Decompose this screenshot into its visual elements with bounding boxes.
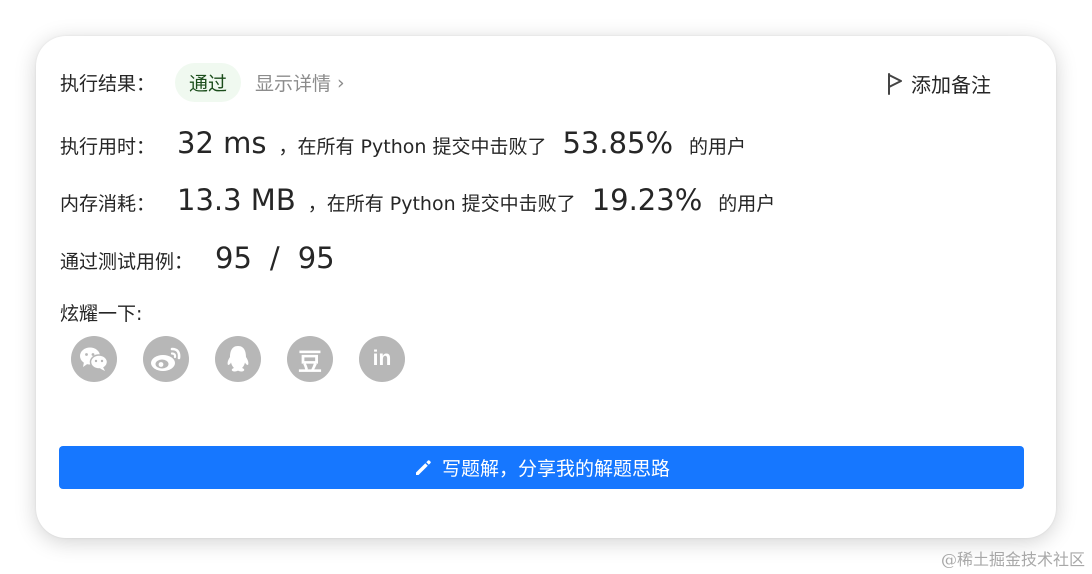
result-label: 执行结果： bbox=[60, 73, 156, 95]
linkedin-glyph: in bbox=[372, 347, 392, 370]
watermark: @稀土掘金技术社区 bbox=[940, 550, 1085, 569]
douban-glyph: 豆 bbox=[298, 347, 322, 376]
weibo-icon[interactable] bbox=[143, 336, 189, 382]
wechat-icon[interactable] bbox=[71, 336, 117, 382]
testcases-label: 通过测试用例： bbox=[60, 251, 194, 273]
share-icons: 豆 in bbox=[71, 336, 431, 382]
submission-result-card: 执行结果： 通过 显示详情 › 添加备注 执行用时： 32 ms ，在所有 Py… bbox=[36, 36, 1056, 538]
share-row: 炫耀一下: bbox=[60, 299, 142, 326]
write-solution-label: 写题解，分享我的解题思路 bbox=[441, 458, 670, 480]
testcases-total: 95 bbox=[297, 241, 335, 275]
memory-value: 13.3 MB bbox=[177, 183, 296, 217]
memory-row: 内存消耗： 13.3 MB ，在所有 Python 提交中击败了 19.23% … bbox=[60, 183, 775, 217]
add-note-button[interactable]: 添加备注 bbox=[887, 69, 991, 98]
runtime-value: 32 ms bbox=[177, 126, 267, 160]
testcases-passed: 95 bbox=[215, 241, 252, 275]
douban-icon[interactable]: 豆 bbox=[287, 336, 333, 382]
flag-icon bbox=[888, 72, 902, 95]
memory-beat-text: ，在所有 Python 提交中击败了 bbox=[307, 193, 576, 215]
testcases-separator: / bbox=[269, 241, 280, 275]
pencil-icon bbox=[415, 459, 431, 475]
testcases-row: 通过测试用例： 95 / 95 bbox=[60, 241, 335, 275]
result-row: 执行结果： 通过 显示详情 › bbox=[60, 63, 345, 102]
screenshot-stage: 执行结果： 通过 显示详情 › 添加备注 执行用时： 32 ms ，在所有 Py… bbox=[0, 0, 1092, 574]
qq-icon[interactable] bbox=[215, 336, 261, 382]
memory-suffix: 的用户 bbox=[718, 193, 776, 215]
memory-percent: 19.23% bbox=[591, 183, 703, 217]
show-details-link[interactable]: 显示详情 bbox=[255, 69, 331, 96]
linkedin-icon[interactable]: in bbox=[359, 336, 405, 382]
runtime-beat-text: ，在所有 Python 提交中击败了 bbox=[278, 136, 547, 158]
runtime-label: 执行用时： bbox=[60, 136, 156, 158]
status-badge: 通过 bbox=[175, 63, 242, 102]
write-solution-button[interactable]: 写题解，分享我的解题思路 bbox=[59, 446, 1024, 489]
add-note-label: 添加备注 bbox=[911, 73, 991, 97]
runtime-suffix: 的用户 bbox=[689, 136, 747, 158]
runtime-percent: 53.85% bbox=[562, 126, 674, 160]
share-label: 炫耀一下: bbox=[60, 303, 143, 325]
memory-label: 内存消耗： bbox=[60, 193, 156, 215]
runtime-row: 执行用时： 32 ms ，在所有 Python 提交中击败了 53.85% 的用… bbox=[60, 126, 746, 160]
chevron-right-icon[interactable]: › bbox=[337, 72, 345, 94]
